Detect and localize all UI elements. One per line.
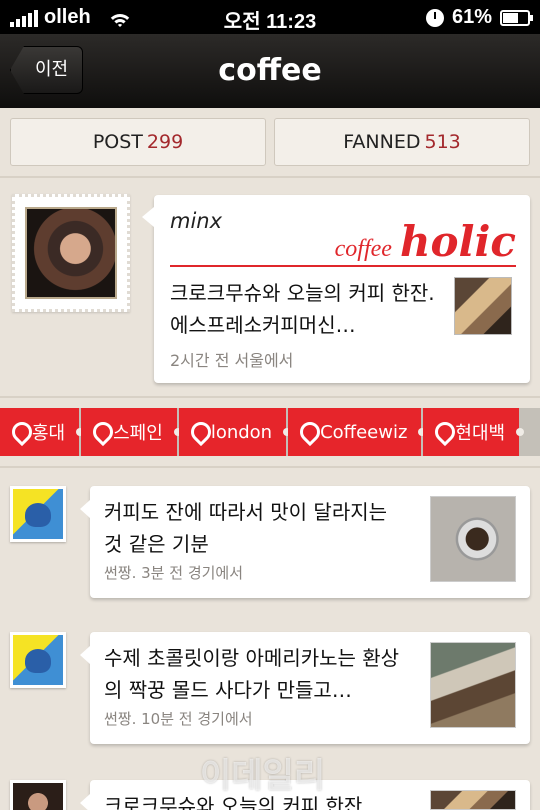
badge-word-coffee: coffee xyxy=(334,236,392,262)
tag-label: london xyxy=(210,421,273,443)
fanned-count-button[interactable]: FANNED 513 xyxy=(274,118,530,166)
tag-label: 홍대 xyxy=(32,423,66,444)
featured-username: minx xyxy=(170,209,223,233)
badge-word-holic: holic xyxy=(399,217,516,266)
featured-user-avatar[interactable] xyxy=(12,194,130,312)
post-count-button[interactable]: POST 299 xyxy=(10,118,266,166)
back-button[interactable]: 이전 xyxy=(10,46,84,94)
location-pin-icon xyxy=(93,422,107,442)
fanned-count: 513 xyxy=(424,131,461,153)
feed-post-thumbnail[interactable] xyxy=(430,790,516,810)
badge-underline xyxy=(170,265,516,267)
divider xyxy=(0,466,540,468)
battery-icon xyxy=(500,9,533,26)
user-avatar[interactable] xyxy=(10,486,66,542)
bear-avatar-image xyxy=(13,635,63,685)
avatar-photo xyxy=(25,207,117,299)
watermark: 이데일리 xyxy=(200,756,326,796)
feed-post-meta: 썬짱. 10분 전 경기에서 xyxy=(104,710,253,728)
post-count: 299 xyxy=(146,131,184,153)
featured-post-text: 크로크무슈와 오늘의 커피 한잔. 에스프레소커피머신… xyxy=(170,281,435,337)
person-avatar-image xyxy=(13,783,63,810)
navigation-bar: coffee 이전 xyxy=(0,34,540,108)
location-pin-icon xyxy=(191,422,205,442)
fanned-label: FANNED xyxy=(343,131,421,153)
location-tag[interactable]: london xyxy=(178,408,292,456)
user-avatar[interactable] xyxy=(10,632,66,688)
location-tag[interactable]: 홍대 xyxy=(0,408,85,456)
featured-post-meta: 2시간 전 서울에서 xyxy=(170,351,294,370)
divider xyxy=(0,176,540,178)
tag-label: 현대백 xyxy=(455,423,506,444)
feed-post-text: 커피도 잔에 따라서 맛이 달라지는 것 같은 기분 xyxy=(104,500,388,556)
post-label: POST xyxy=(92,131,143,153)
location-pin-icon xyxy=(300,422,314,442)
feed-post-thumbnail[interactable] xyxy=(430,496,516,582)
feed-post-card[interactable]: 수제 초콜릿이랑 아메리카노는 환상의 짝꿍 몰드 사다가 만들고… 썬짱. 1… xyxy=(80,632,530,744)
stats-bar: POST 299 FANNED 513 xyxy=(10,118,530,166)
feed-post-thumbnail[interactable] xyxy=(430,642,516,728)
coffeeholic-badge: coffee holic xyxy=(335,217,516,266)
location-tag-bar: 홍대 스페인 london Coffeewiz 현대백 xyxy=(0,408,540,456)
bear-avatar-image xyxy=(13,489,63,539)
feed-post-card[interactable]: 커피도 잔에 따라서 맛이 달라지는 것 같은 기분 썬짱. 3분 전 경기에서 xyxy=(80,486,530,598)
featured-post-card[interactable]: minx coffee holic 크로크무슈와 오늘의 커피 한잔. 에스프레… xyxy=(142,195,530,383)
location-tag[interactable]: Coffeewiz xyxy=(288,408,427,456)
location-pin-icon xyxy=(435,422,449,442)
location-tag[interactable]: 현대백 xyxy=(423,408,524,456)
divider xyxy=(0,396,540,398)
feed-post-meta: 썬짱. 3분 전 경기에서 xyxy=(104,564,244,582)
location-tag[interactable]: 스페인 xyxy=(81,408,182,456)
featured-post-thumbnail[interactable] xyxy=(454,277,512,335)
status-bar: olleh 오전 11:23 61% xyxy=(0,0,540,34)
alarm-clock-icon xyxy=(425,8,444,27)
location-pin-icon xyxy=(12,422,26,442)
feed-post-text: 수제 초콜릿이랑 아메리카노는 환상의 짝꿍 몰드 사다가 만들고… xyxy=(104,646,400,702)
tag-label: 스페인 xyxy=(113,423,163,444)
user-avatar[interactable] xyxy=(10,780,66,810)
tag-label: Coffeewiz xyxy=(320,421,408,443)
battery-fill xyxy=(503,12,518,23)
battery-percent: 61% xyxy=(451,6,492,28)
